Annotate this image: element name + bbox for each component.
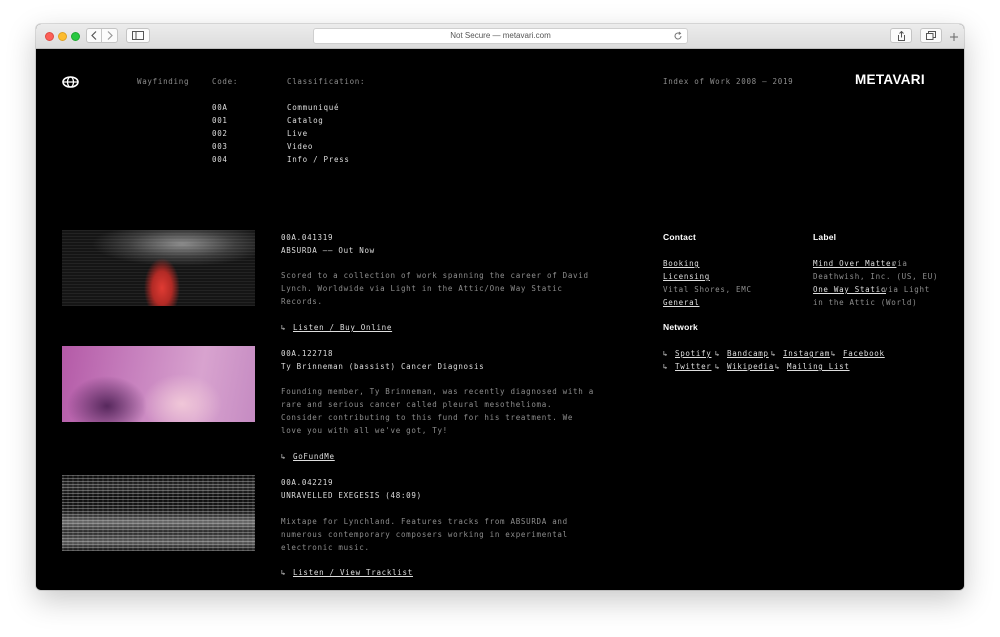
licensing-link[interactable]: Licensing [663,270,710,283]
label-via-text: via [892,259,908,268]
label-note: in the Attic (World) [813,298,918,307]
post-title: ABSURDA —— Out Now [281,246,375,255]
wayfinding-label: Wayfinding [137,77,190,86]
sidebar-toggle-button[interactable] [126,28,150,43]
post-id: 00A.041319 [281,233,334,242]
post-body-line: Lynch. Worldwide via Light in the Attic/… [281,284,563,293]
menu-item-info-press[interactable]: Info / Press [287,153,350,166]
arrow-icon: ↳ [281,568,287,577]
minimize-window-button[interactable] [58,32,67,41]
network-heading: Network [663,322,698,332]
zoom-window-button[interactable] [71,32,80,41]
label-note: Deathwish, Inc. (US, EU) [813,272,939,281]
menu-code: 001 [212,116,228,125]
post-id: 00A.042219 [281,478,334,487]
post-thumbnail-ty-brinneman[interactable] [62,346,255,422]
label-via-text: via Light [883,285,930,294]
arrow-icon: ↳ [281,452,287,461]
address-bar[interactable]: Not Secure — metavari.com [313,28,688,44]
post-body-line: Mixtape for Lynchland. Features tracks f… [281,517,568,526]
post-body-line: Records. [281,297,323,306]
arrow-icon: ↳ [281,323,287,332]
classification-label: Classification: [287,77,366,86]
menu-item-video[interactable]: Video [287,140,313,153]
arrow-icon: ↳ [771,349,777,358]
menu-item-communique[interactable]: Communiqué [287,101,339,114]
menu-code: 002 [212,129,228,138]
url-text: Not Secure — metavari.com [450,31,551,40]
licensing-note: Vital Shores, EMC [663,285,752,294]
arrow-icon: ↳ [715,349,721,358]
label-heading: Label [813,232,837,242]
new-tab-button[interactable] [946,29,962,45]
arrow-icon: ↳ [663,349,669,358]
wikipedia-link[interactable]: Wikipedia [727,360,774,373]
globe-logo-icon[interactable] [62,76,79,88]
gofundme-link[interactable]: GoFundMe [293,450,335,463]
post-body-line: numerous contemporary composers working … [281,530,568,539]
post-body-line: love you with all we've got, Ty! [281,426,448,435]
plus-icon [950,33,958,41]
arrow-icon: ↳ [831,349,837,358]
booking-link[interactable]: Booking [663,257,700,270]
twitter-link[interactable]: Twitter [675,360,712,373]
menu-code: 003 [212,142,228,151]
index-of-work: Index of Work 2008 – 2019 [663,77,794,86]
menu-code: 00A [212,103,228,112]
menu-code: 004 [212,155,228,164]
post-body-line: Consider contributing to this fund for h… [281,413,574,422]
post-body-line: electronic music. [281,543,370,552]
metavari-logo[interactable]: METAVARI [855,73,925,87]
listen-buy-online-link[interactable]: Listen / Buy Online [293,321,392,334]
one-way-static-link[interactable]: One Way Static [813,283,886,296]
mind-over-matter-link[interactable]: Mind Over Matter [813,257,896,270]
arrow-icon: ↳ [663,362,669,371]
menu-item-live[interactable]: Live [287,127,308,140]
tabs-icon [926,31,936,40]
post-thumbnail-absurda[interactable] [62,230,255,306]
general-link[interactable]: General [663,296,700,309]
sidebar-icon [132,31,144,40]
spotify-link[interactable]: Spotify [675,347,712,360]
code-label: Code: [212,77,239,86]
browser-window: Not Secure — metavari.com Wayfinding Cod… [36,24,964,590]
page-content: Wayfinding Code: Classification: Index o… [36,49,964,590]
post-thumbnail-unravelled-exegesis[interactable] [62,475,255,551]
listen-view-tracklist-link[interactable]: Listen / View Tracklist [293,566,413,579]
chevron-right-icon [107,31,113,40]
post-body-line: Scored to a collection of work spanning … [281,271,589,280]
close-window-button[interactable] [45,32,54,41]
post-id: 00A.122718 [281,349,334,358]
post-title: Ty Brinneman (bassist) Cancer Diagnosis [281,362,485,371]
arrow-icon: ↳ [775,362,781,371]
reload-icon[interactable] [673,31,683,41]
share-icon [897,30,905,41]
post-title: UNRAVELLED EXEGESIS (48:09) [281,491,422,500]
post-body-line: Founding member, Ty Brinneman, was recen… [281,387,594,396]
contact-heading: Contact [663,232,697,242]
instagram-link[interactable]: Instagram [783,347,830,360]
browser-toolbar: Not Secure — metavari.com [36,24,964,49]
mailing-list-link[interactable]: Mailing List [787,360,850,373]
chevron-left-icon [91,31,97,40]
share-button[interactable] [890,28,912,43]
back-button[interactable] [87,29,103,42]
menu-item-catalog[interactable]: Catalog [287,114,324,127]
bandcamp-link[interactable]: Bandcamp [727,347,769,360]
forward-button[interactable] [102,29,117,42]
history-nav [86,28,118,43]
facebook-link[interactable]: Facebook [843,347,885,360]
post-body-line: rare and serious cancer called pleural m… [281,400,553,409]
tab-overview-button[interactable] [920,28,942,43]
arrow-icon: ↳ [715,362,721,371]
